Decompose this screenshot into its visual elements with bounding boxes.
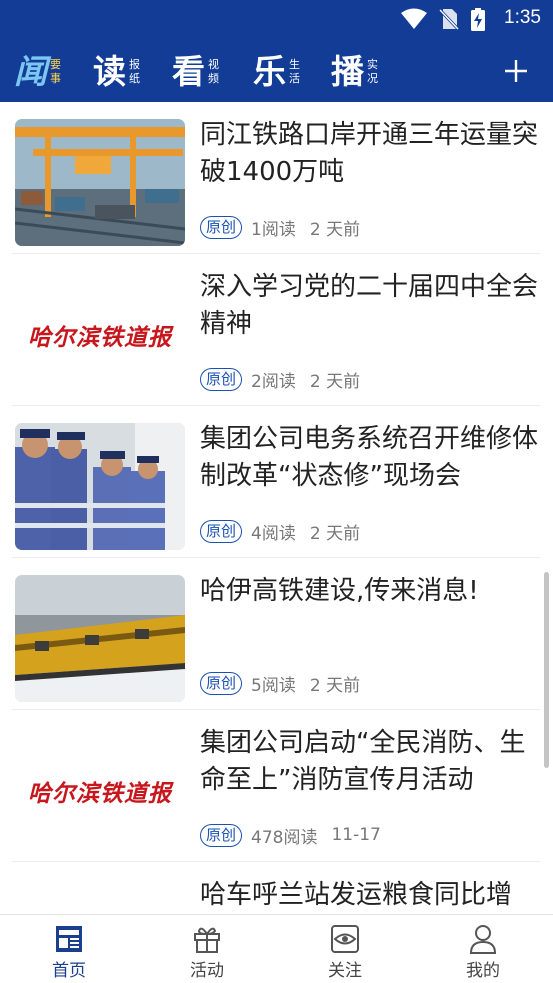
nav-item-news-sub1: 要 [50, 58, 61, 71]
newspaper-logo: 哈尔滨铁道报 [28, 323, 172, 351]
nav-item-live[interactable]: 播 实况 [331, 50, 378, 94]
nav-item-live-sub1: 实 [367, 58, 378, 71]
news-list: 同江铁路口岸开通三年运量突破1400万吨 原创 1阅读 2 天前 哈尔滨铁道报 … [0, 102, 553, 914]
read-count: 4阅读 [251, 523, 296, 544]
nav-item-news-sub2: 事 [50, 72, 61, 85]
news-item[interactable]: 集团公司电务系统召开维修体制改革“状态修”现场会 原创 4阅读 2 天前 [12, 406, 540, 558]
nav-item-watch-sub1: 视 [208, 58, 219, 71]
news-meta: 原创 5阅读 2 天前 [200, 671, 361, 696]
nav-item-fun-sub1: 生 [289, 58, 300, 71]
news-meta: 原创 478阅读 11-17 [200, 823, 381, 848]
original-badge: 原创 [200, 367, 243, 391]
tab-activity[interactable]: 活动 [157, 915, 257, 983]
news-thumbnail: 哈尔滨铁道报 [15, 727, 185, 854]
app-screen: 1:35 闻 要事 读 报纸 看 视频 乐 生活 播 实况 同江铁路口岸开通三年… [0, 0, 553, 983]
app-header: 1:35 闻 要事 读 报纸 看 视频 乐 生活 播 实况 [0, 0, 553, 102]
nav-item-read-sub1: 报 [129, 58, 140, 71]
bottom-tab-bar: 首页 活动 关注 我的 [0, 914, 553, 983]
tab-home[interactable]: 首页 [19, 915, 119, 983]
tab-activity-label: 活动 [190, 961, 224, 981]
news-item[interactable]: 同江铁路口岸开通三年运量突破1400万吨 原创 1阅读 2 天前 [12, 102, 540, 254]
nav-item-fun-sub2: 活 [289, 72, 300, 85]
publish-time: 2 天前 [309, 675, 361, 696]
nav-item-fun-label: 乐 [253, 52, 286, 91]
read-count: 2阅读 [251, 371, 296, 392]
publish-time: 2 天前 [309, 219, 361, 240]
workers-photo-image [15, 423, 185, 550]
news-thumbnail [15, 575, 185, 702]
news-item[interactable]: 哈尔滨铁道报 集团公司启动“全民消防、生命至上”消防宣传月活动 原创 478阅读… [12, 710, 540, 862]
news-title: 同江铁路口岸开通三年运量突破1400万吨 [200, 120, 539, 187]
wifi-icon [401, 8, 427, 29]
news-thumbnail [15, 423, 185, 550]
nav-item-news[interactable]: 闻 要事 [14, 50, 61, 94]
news-meta: 原创 4阅读 2 天前 [200, 519, 361, 544]
nav-item-read-sub2: 纸 [129, 72, 140, 85]
news-title: 深入学习党的二十届四中全会精神 [200, 272, 539, 339]
news-meta: 原创 1阅读 2 天前 [200, 215, 361, 240]
read-count: 5阅读 [251, 675, 296, 696]
nav-item-watch-label: 看 [172, 52, 205, 91]
original-badge: 原创 [200, 519, 243, 543]
news-icon [56, 926, 82, 952]
news-title: 哈伊高铁建设,传来消息! [200, 576, 479, 606]
nav-item-live-label: 播 [331, 52, 364, 91]
read-count: 1阅读 [251, 219, 296, 240]
nav-item-news-label: 闻 [14, 52, 47, 91]
news-item[interactable]: 哈伊高铁建设,传来消息! 原创 5阅读 2 天前 [12, 558, 540, 710]
news-thumbnail [15, 119, 185, 246]
publish-time: 11-17 [331, 825, 381, 845]
gift-icon [194, 927, 220, 953]
original-badge: 原创 [200, 215, 243, 239]
publish-time: 2 天前 [309, 523, 361, 544]
news-title: 集团公司启动“全民消防、生命至上”消防宣传月活动 [200, 728, 526, 795]
tab-mine-label: 我的 [466, 961, 500, 981]
read-count: 478阅读 [251, 827, 318, 848]
user-icon [469, 925, 497, 954]
train-photo-image [15, 575, 185, 702]
channel-nav: 闻 要事 读 报纸 看 视频 乐 生活 播 实况 [0, 50, 553, 94]
no-sim-icon [439, 8, 459, 30]
tab-follow-label: 关注 [328, 961, 362, 981]
nav-item-fun[interactable]: 乐 生活 [253, 50, 300, 94]
news-title: 哈车呼兰站发运粮食同比增 [200, 880, 513, 910]
tab-follow[interactable]: 关注 [295, 915, 395, 983]
nav-item-live-sub2: 况 [367, 72, 378, 85]
tab-home-label: 首页 [52, 961, 86, 981]
nav-item-watch-sub2: 频 [208, 72, 219, 85]
news-title: 集团公司电务系统召开维修体制改革“状态修”现场会 [200, 424, 539, 491]
battery-charging-icon [471, 8, 485, 31]
news-item[interactable]: 哈尔滨铁道报 深入学习党的二十届四中全会精神 原创 2阅读 2 天前 [12, 254, 540, 406]
crane-photo-image [15, 119, 185, 246]
news-thumbnail: 哈尔滨铁道报 [15, 271, 185, 398]
nav-item-read[interactable]: 读 报纸 [93, 50, 140, 94]
eye-icon [331, 925, 359, 953]
original-badge: 原创 [200, 671, 243, 695]
nav-item-watch[interactable]: 看 视频 [172, 50, 219, 94]
tab-mine[interactable]: 我的 [433, 915, 533, 983]
scrollbar[interactable] [544, 572, 549, 768]
status-bar: 1:35 [0, 0, 553, 38]
news-meta: 原创 2阅读 2 天前 [200, 367, 361, 392]
newspaper-logo: 哈尔滨铁道报 [28, 779, 172, 807]
original-badge: 原创 [200, 823, 243, 847]
plus-icon[interactable] [501, 56, 531, 86]
status-time: 1:35 [504, 7, 541, 28]
news-item[interactable]: 哈车呼兰站发运粮食同比增 [12, 862, 540, 914]
nav-item-read-label: 读 [93, 52, 126, 91]
publish-time: 2 天前 [309, 371, 361, 392]
